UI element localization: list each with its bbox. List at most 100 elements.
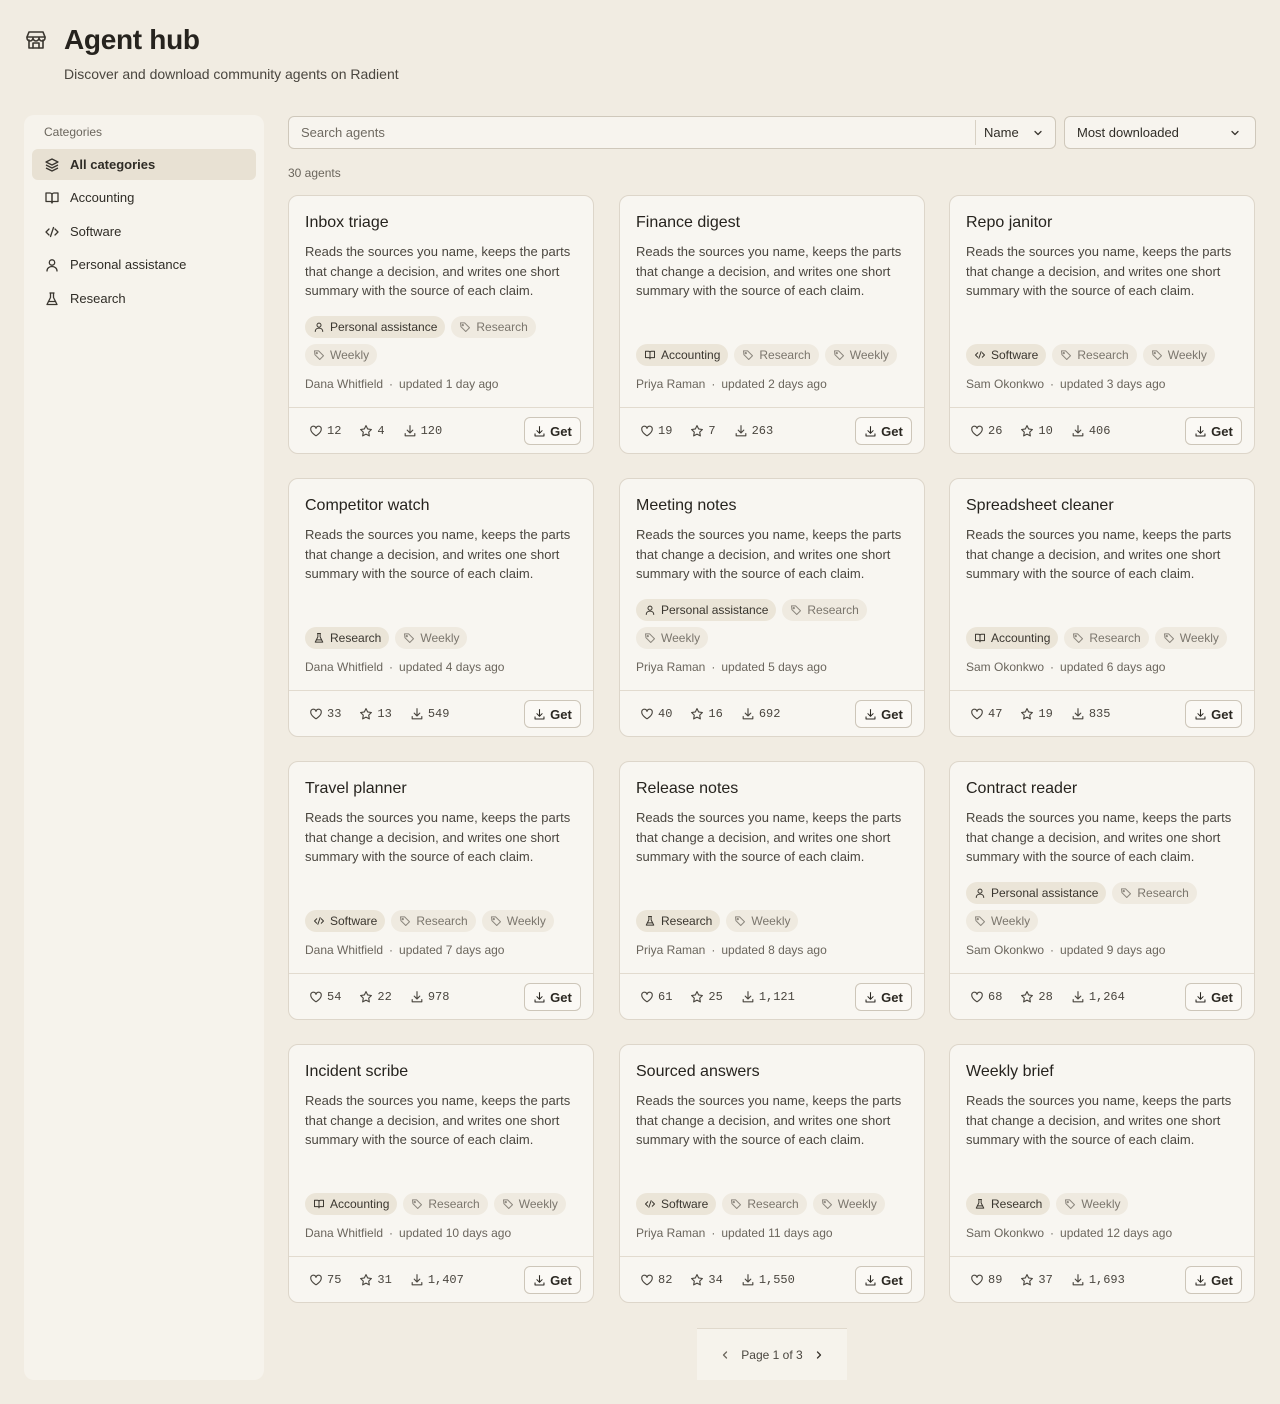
sidebar-item-all-categories[interactable]: All categories	[32, 149, 256, 180]
search-input[interactable]	[289, 117, 975, 148]
likes-stat[interactable]: 12	[309, 424, 341, 438]
keyword-tag[interactable]: Weekly	[1056, 1193, 1129, 1215]
likes-stat[interactable]: 82	[640, 1273, 672, 1287]
likes-stat[interactable]: 19	[640, 424, 672, 438]
category-tag[interactable]: Personal assistance	[305, 316, 446, 338]
get-button[interactable]: Get	[855, 983, 912, 1011]
keyword-tag[interactable]: Research	[391, 910, 476, 932]
category-tag[interactable]: Software	[305, 910, 386, 932]
get-button[interactable]: Get	[524, 417, 581, 445]
category-tag[interactable]: Research	[636, 910, 721, 932]
category-tag[interactable]: Personal assistance	[966, 882, 1107, 904]
keyword-tag[interactable]: Research	[1112, 882, 1197, 904]
agent-card[interactable]: Inbox triage Reads the sources you name, …	[288, 195, 594, 454]
keyword-tag[interactable]: Research	[403, 1193, 488, 1215]
get-button[interactable]: Get	[524, 700, 581, 728]
keyword-tag[interactable]: Weekly	[1142, 344, 1215, 366]
get-button[interactable]: Get	[855, 1266, 912, 1294]
likes-stat[interactable]: 61	[640, 990, 672, 1004]
sidebar-item-accounting[interactable]: Accounting	[32, 182, 256, 213]
stars-stat[interactable]: 28	[1020, 990, 1053, 1004]
agent-card[interactable]: Travel planner Reads the sources you name…	[288, 761, 594, 1020]
agent-card[interactable]: Finance digest Reads the sources you name…	[619, 195, 925, 454]
downloads-stat: 406	[1071, 424, 1110, 438]
agent-card[interactable]: Repo janitor Reads the sources you name, …	[949, 195, 1255, 454]
chevron-left-icon[interactable]	[719, 1349, 731, 1361]
get-button[interactable]: Get	[524, 983, 581, 1011]
sidebar-item-software[interactable]: Software	[32, 216, 256, 247]
get-button[interactable]: Get	[1185, 1266, 1242, 1294]
get-button[interactable]: Get	[1185, 700, 1242, 728]
sort-select[interactable]: Most downloaded	[1064, 116, 1256, 149]
keyword-tag[interactable]: Weekly	[481, 910, 554, 932]
keyword-tag[interactable]: Research	[734, 344, 819, 366]
category-tag[interactable]: Accounting	[305, 1193, 398, 1215]
keyword-tag[interactable]: Research	[722, 1193, 807, 1215]
agent-card[interactable]: Meeting notes Reads the sources you name,…	[619, 478, 925, 737]
category-tag[interactable]: Software	[966, 344, 1047, 366]
stars-stat[interactable]: 10	[1020, 424, 1053, 438]
likes-stat[interactable]: 47	[970, 707, 1002, 721]
agent-card[interactable]: Contract reader Reads the sources you nam…	[949, 761, 1255, 1020]
keyword-tag[interactable]: Weekly	[493, 1193, 566, 1215]
get-button[interactable]: Get	[855, 700, 912, 728]
get-button[interactable]: Get	[1185, 417, 1242, 445]
keyword-tag[interactable]: Weekly	[305, 344, 378, 366]
category-tag[interactable]: Software	[636, 1193, 717, 1215]
stars-stat[interactable]: 4	[359, 424, 385, 438]
category-tag[interactable]: Accounting	[636, 344, 729, 366]
stars-stat[interactable]: 16	[690, 707, 723, 721]
stars-stat[interactable]: 13	[359, 707, 392, 721]
likes-stat[interactable]: 33	[309, 707, 341, 721]
keyword-tag[interactable]: Weekly	[636, 627, 709, 649]
sidebar-item-research[interactable]: Research	[32, 283, 256, 314]
category-tag[interactable]: Personal assistance	[636, 599, 777, 621]
get-button[interactable]: Get	[524, 1266, 581, 1294]
search-field-select[interactable]: Name	[976, 117, 1056, 148]
likes-stat[interactable]: 89	[970, 1273, 1002, 1287]
heart-icon	[310, 425, 322, 437]
downloads-count: 835	[1088, 707, 1111, 721]
agent-stats: 19 7 263	[640, 424, 791, 438]
likes-stat[interactable]: 26	[970, 424, 1002, 438]
stars-stat[interactable]: 22	[359, 990, 392, 1004]
get-button[interactable]: Get	[1185, 983, 1242, 1011]
agent-card[interactable]: Incident scribe Reads the sources you nam…	[288, 1044, 594, 1303]
stars-stat[interactable]: 7	[690, 424, 716, 438]
stars-stat[interactable]: 34	[690, 1273, 723, 1287]
category-tag[interactable]: Research	[966, 1193, 1051, 1215]
likes-stat[interactable]: 54	[309, 990, 341, 1004]
keyword-tag[interactable]: Weekly	[1154, 627, 1227, 649]
category-tag[interactable]: Research	[305, 627, 390, 649]
keyword-tag[interactable]: Weekly	[395, 627, 468, 649]
keyword-tag[interactable]: Weekly	[812, 1193, 885, 1215]
keyword-tag[interactable]: Research	[451, 316, 536, 338]
keyword-tag[interactable]: Research	[1052, 344, 1137, 366]
agent-card[interactable]: Competitor watch Reads the sources you na…	[288, 478, 594, 737]
keyword-tag[interactable]: Research	[1064, 627, 1149, 649]
stars-stat[interactable]: 31	[359, 1273, 392, 1287]
keyword-tag[interactable]: Weekly	[824, 344, 897, 366]
keyword-tag[interactable]: Weekly	[726, 910, 799, 932]
agent-card[interactable]: Spreadsheet cleaner Reads the sources you…	[949, 478, 1255, 737]
agent-stats: 47 19 835	[970, 707, 1128, 721]
category-tag[interactable]: Accounting	[966, 627, 1059, 649]
chevron-right-icon[interactable]	[813, 1349, 825, 1361]
agent-card[interactable]: Sourced answers Reads the sources you nam…	[619, 1044, 925, 1303]
likes-stat[interactable]: 68	[970, 990, 1002, 1004]
likes-stat[interactable]: 40	[640, 707, 672, 721]
download-icon	[534, 425, 545, 436]
stars-stat[interactable]: 25	[690, 990, 723, 1004]
agent-updated: updated 6 days ago	[1060, 660, 1166, 674]
likes-stat[interactable]: 75	[309, 1273, 341, 1287]
get-button[interactable]: Get	[855, 417, 912, 445]
agent-card[interactable]: Weekly brief Reads the sources you name, …	[949, 1044, 1255, 1303]
agent-card[interactable]: Release notes Reads the sources you name,…	[619, 761, 925, 1020]
keyword-tag[interactable]: Research	[782, 599, 867, 621]
sidebar-item-personal-assistance[interactable]: Personal assistance	[32, 249, 256, 280]
keyword-tag-label: Weekly	[661, 631, 701, 645]
stars-stat[interactable]: 19	[1020, 707, 1053, 721]
page-title: Agent hub	[64, 24, 200, 55]
keyword-tag[interactable]: Weekly	[966, 910, 1039, 932]
stars-stat[interactable]: 37	[1020, 1273, 1053, 1287]
